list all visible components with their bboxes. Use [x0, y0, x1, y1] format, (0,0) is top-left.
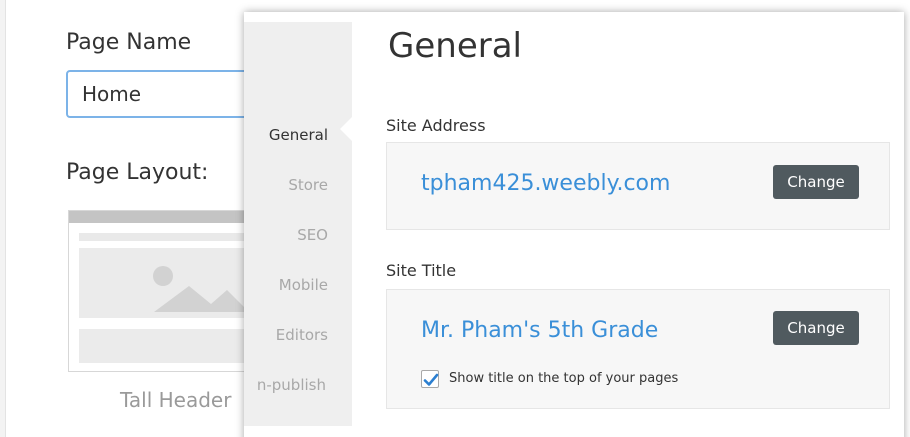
layout-thumb-header-bar — [69, 211, 257, 223]
site-address-label: Site Address — [386, 116, 486, 135]
page-name-label: Page Name — [66, 30, 192, 55]
dialog-title: General — [388, 26, 522, 66]
nav-item-store[interactable]: Store — [288, 176, 328, 194]
nav-item-seo[interactable]: SEO — [297, 226, 328, 244]
site-address-card: tpham425.weebly.com Change — [386, 142, 890, 230]
active-nav-caret — [340, 117, 352, 141]
site-title-card: Mr. Pham's 5th Grade Change Show title o… — [386, 289, 890, 409]
settings-dialog: General Store SEO Mobile Editors n-publi… — [244, 12, 904, 437]
show-title-checkbox[interactable] — [421, 370, 439, 388]
nav-item-publish[interactable]: n-publish — [257, 376, 326, 394]
layout-name: Tall Header — [120, 388, 232, 412]
settings-sidebar: General Store SEO Mobile Editors n-publi… — [244, 22, 352, 426]
site-title-label: Site Title — [386, 261, 457, 280]
page-layout-label: Page Layout: — [66, 160, 209, 185]
change-site-title-button[interactable]: Change — [773, 311, 859, 345]
nav-item-editors[interactable]: Editors — [276, 326, 328, 344]
layout-thumb-hero — [79, 248, 254, 318]
change-site-address-button[interactable]: Change — [773, 165, 859, 199]
layout-thumbnail[interactable] — [68, 210, 258, 372]
left-edge — [0, 0, 6, 437]
layout-thumb-nav-line — [79, 233, 254, 241]
image-placeholder-icon — [153, 266, 249, 312]
layout-thumb-content-block — [79, 329, 254, 363]
site-title-value: Mr. Pham's 5th Grade — [421, 318, 659, 343]
site-address-value: tpham425.weebly.com — [421, 171, 671, 196]
checkmark-icon — [423, 373, 439, 386]
show-title-checkbox-label[interactable]: Show title on the top of your pages — [449, 371, 678, 386]
nav-item-general[interactable]: General — [269, 126, 328, 144]
nav-item-mobile[interactable]: Mobile — [279, 276, 328, 294]
